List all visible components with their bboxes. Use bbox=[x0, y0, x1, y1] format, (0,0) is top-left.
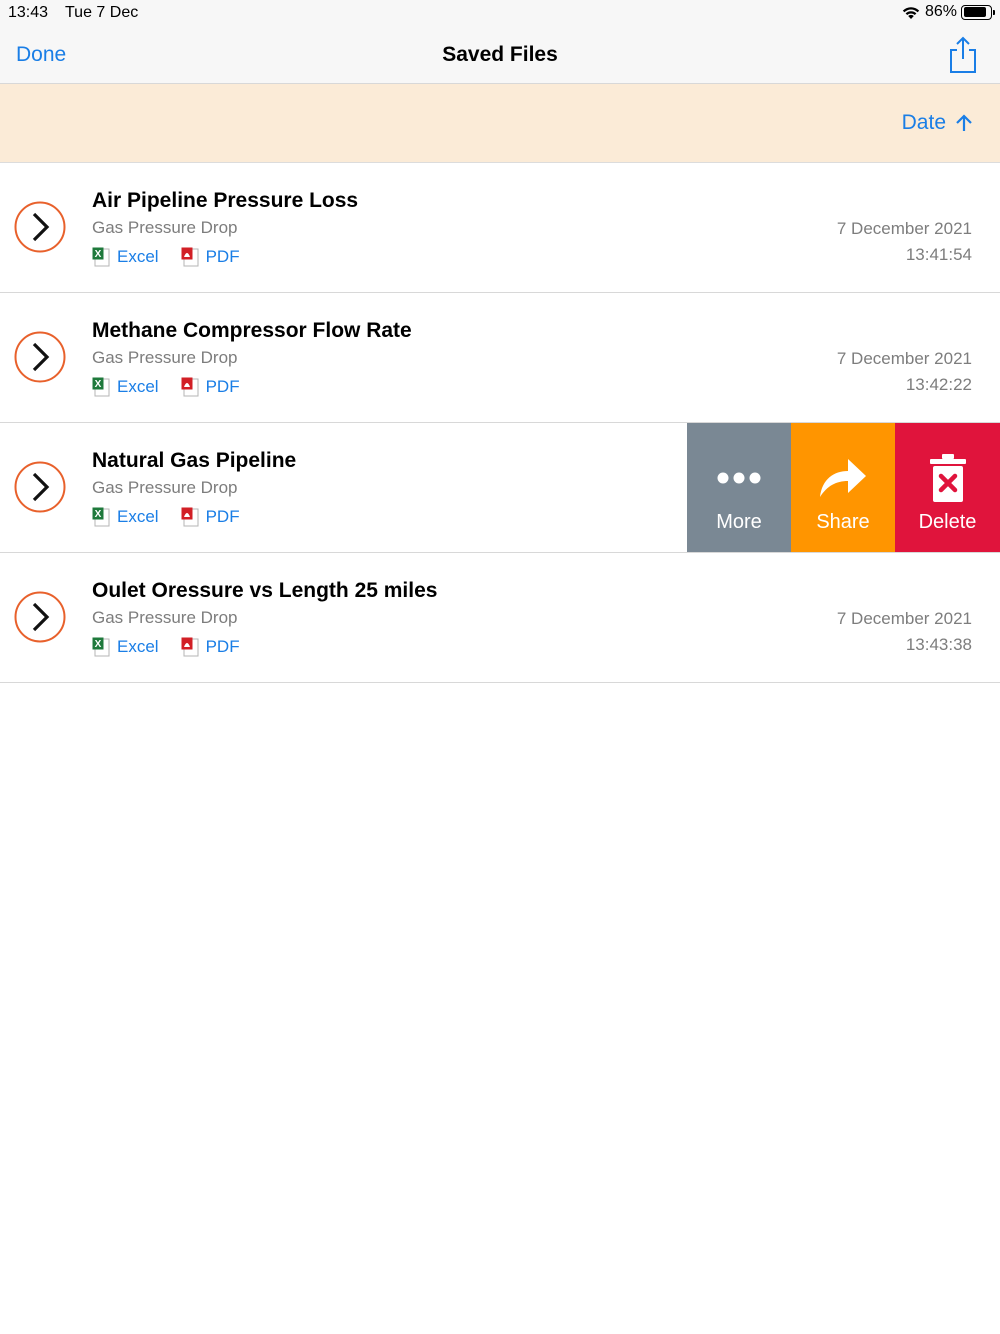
delete-button[interactable]: Delete bbox=[895, 423, 1000, 552]
pdf-link[interactable]: PDF bbox=[181, 377, 240, 397]
pdf-label: PDF bbox=[205, 507, 240, 526]
more-button[interactable]: More bbox=[687, 423, 791, 552]
file-row[interactable]: Methane Compressor Flow Rate Gas Pressur… bbox=[0, 293, 1000, 423]
svg-text:X: X bbox=[95, 249, 102, 260]
pdf-file-icon bbox=[181, 247, 199, 267]
pdf-file-icon bbox=[181, 507, 199, 527]
battery-percent: 86% bbox=[924, 3, 957, 20]
sort-by-date-button[interactable]: Date bbox=[902, 111, 974, 135]
svg-text:X: X bbox=[95, 379, 102, 390]
excel-link[interactable]: X Excel bbox=[92, 247, 159, 267]
page-title: Saved Files bbox=[442, 43, 558, 66]
file-links: X Excel PDF bbox=[92, 247, 240, 267]
file-time: 13:43:38 bbox=[905, 635, 972, 654]
file-time: 13:41:54 bbox=[905, 245, 972, 264]
status-time: 13:43 bbox=[8, 4, 49, 21]
excel-file-icon: X bbox=[92, 637, 110, 657]
share-label: Share bbox=[816, 511, 870, 533]
file-links: X Excel PDF bbox=[92, 507, 240, 527]
excel-label: Excel bbox=[117, 507, 159, 526]
file-row[interactable]: Air Pipeline Pressure Loss Gas Pressure … bbox=[0, 163, 1000, 293]
sort-label: Date bbox=[901, 111, 946, 134]
file-time: 13:42:22 bbox=[905, 375, 972, 394]
chevron-right-icon[interactable] bbox=[14, 461, 66, 513]
file-subtitle: Gas Pressure Drop bbox=[92, 348, 238, 367]
excel-link[interactable]: X Excel bbox=[92, 637, 159, 657]
navigation-bar: Done Saved Files bbox=[0, 26, 1000, 84]
file-links: X Excel PDF bbox=[92, 637, 240, 657]
excel-file-icon: X bbox=[92, 247, 110, 267]
file-links: X Excel PDF bbox=[92, 377, 240, 397]
wifi-icon bbox=[902, 6, 920, 19]
pdf-link[interactable]: PDF bbox=[181, 247, 240, 267]
more-label: More bbox=[716, 511, 762, 533]
file-date: 7 December 2021 bbox=[836, 609, 972, 628]
chevron-right-icon[interactable] bbox=[14, 201, 66, 253]
excel-file-icon: X bbox=[92, 377, 110, 397]
swipe-actions: More Share Delete bbox=[687, 423, 1000, 552]
pdf-link[interactable]: PDF bbox=[181, 637, 240, 657]
file-title: Oulet Oressure vs Length 25 miles bbox=[92, 579, 438, 602]
excel-label: Excel bbox=[117, 637, 159, 656]
file-title: Methane Compressor Flow Rate bbox=[92, 319, 412, 342]
file-subtitle: Gas Pressure Drop bbox=[92, 608, 238, 627]
excel-label: Excel bbox=[117, 247, 159, 266]
chevron-right-icon[interactable] bbox=[14, 591, 66, 643]
trash-icon bbox=[929, 454, 966, 502]
svg-text:X: X bbox=[95, 639, 102, 650]
share-icon[interactable] bbox=[948, 35, 978, 75]
excel-link[interactable]: X Excel bbox=[92, 507, 159, 527]
pdf-file-icon bbox=[181, 377, 199, 397]
pdf-link[interactable]: PDF bbox=[181, 507, 240, 527]
file-subtitle: Gas Pressure Drop bbox=[92, 478, 238, 497]
pdf-label: PDF bbox=[205, 377, 240, 396]
file-title: Natural Gas Pipeline bbox=[92, 449, 297, 472]
file-title: Air Pipeline Pressure Loss bbox=[92, 189, 359, 212]
share-button[interactable]: Share bbox=[791, 423, 895, 552]
svg-text:X: X bbox=[95, 509, 102, 520]
file-subtitle: Gas Pressure Drop bbox=[92, 218, 238, 237]
chevron-right-icon[interactable] bbox=[14, 331, 66, 383]
battery-level bbox=[963, 7, 986, 17]
delete-label: Delete bbox=[918, 511, 977, 533]
excel-file-icon: X bbox=[92, 507, 110, 527]
sort-bar: Date bbox=[0, 84, 1000, 163]
status-indicators: 86% bbox=[901, 3, 995, 21]
pdf-label: PDF bbox=[205, 637, 240, 656]
status-date: Tue 7 Dec bbox=[65, 4, 139, 21]
forward-arrow-icon bbox=[820, 459, 866, 497]
file-row-swiped[interactable]: Natural Gas Pipeline Gas Pressure Drop X… bbox=[0, 423, 1000, 553]
excel-link[interactable]: X Excel bbox=[92, 377, 159, 397]
more-dots-icon bbox=[717, 472, 761, 484]
pdf-label: PDF bbox=[205, 247, 240, 266]
file-date: 7 December 2021 bbox=[836, 349, 972, 368]
pdf-file-icon bbox=[181, 637, 199, 657]
battery-tip bbox=[993, 9, 995, 15]
battery-icon bbox=[961, 4, 995, 20]
arrow-up-icon bbox=[956, 114, 972, 131]
excel-label: Excel bbox=[117, 377, 159, 396]
status-bar: 13:43 Tue 7 Dec 86% bbox=[0, 0, 1000, 26]
file-date: 7 December 2021 bbox=[836, 219, 972, 238]
file-row[interactable]: Oulet Oressure vs Length 25 miles Gas Pr… bbox=[0, 553, 1000, 683]
